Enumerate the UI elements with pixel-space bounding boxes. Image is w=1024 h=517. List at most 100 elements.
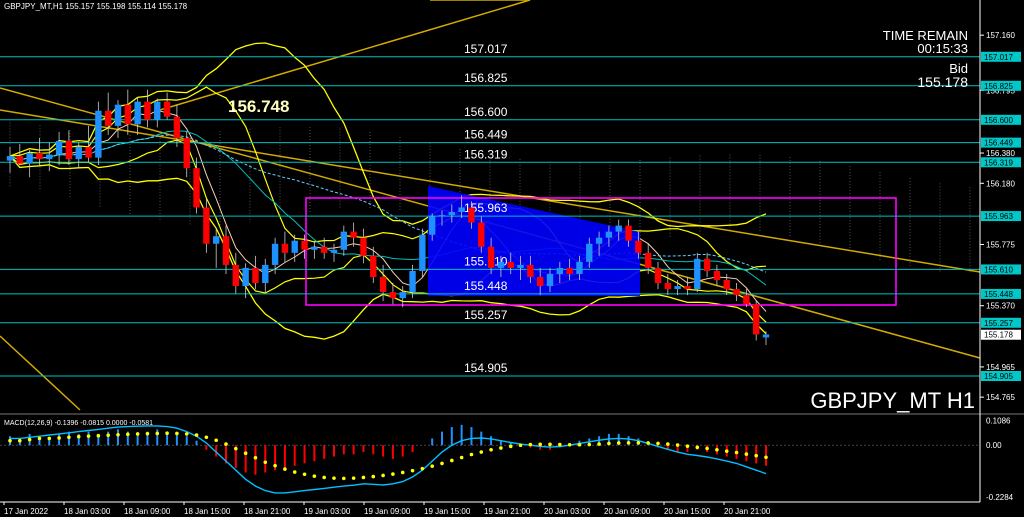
macd-signal-dot	[342, 476, 346, 481]
price-tick-label: 157.160	[986, 31, 1015, 40]
macd-tick-label: -0.2284	[986, 493, 1014, 502]
candle-bull	[242, 267, 249, 287]
macd-signal-dot	[450, 458, 454, 463]
macd-signal-dot	[685, 444, 690, 448]
candle-bull	[55, 140, 63, 155]
candle-bear	[684, 286, 691, 290]
macd-signal-dot	[479, 450, 484, 454]
macd-signal-dot	[57, 436, 61, 440]
price-tag: 156.825	[984, 82, 1013, 91]
time-tick-label: 18 Jan 09:00	[124, 507, 171, 516]
time-tick-label: 18 Jan 21:00	[244, 507, 291, 516]
time-tick-label: 20 Jan 21:00	[724, 507, 771, 516]
macd-signal-dot	[234, 446, 238, 451]
candle-bull	[419, 234, 426, 271]
candle-bull	[762, 334, 770, 338]
macd-signal-dot	[351, 476, 356, 480]
level-label: 156.825	[464, 71, 508, 85]
time-tick-label: 19 Jan 03:00	[304, 507, 351, 516]
macd-signal-dot	[37, 436, 42, 441]
macd-signal-dot	[666, 442, 670, 446]
macd-signal-dot	[400, 470, 405, 475]
macd-signal-dot	[558, 442, 562, 447]
candle-bull	[399, 292, 406, 299]
candle-bear	[703, 258, 711, 271]
price-tick-label: 156.180	[986, 179, 1015, 188]
level-label: 156.319	[464, 147, 508, 161]
macd-tick-label: 0.1086	[986, 417, 1011, 426]
macd-signal-dot	[204, 435, 209, 440]
candle-bull	[6, 156, 14, 161]
candle-bear	[625, 225, 632, 241]
macd-signal-dot	[322, 475, 326, 480]
macd-signal-dot	[410, 468, 415, 473]
candle-bear	[144, 101, 151, 120]
current-price-tag: 155.178	[984, 331, 1013, 340]
macd-signal-dot	[332, 476, 336, 480]
macd-signal-dot	[145, 431, 150, 436]
macd-tick-label: 0.00	[986, 441, 1002, 450]
candle-bull	[409, 270, 416, 293]
candle-bear	[163, 101, 171, 117]
macd-signal-dot	[626, 440, 631, 445]
level-label: 155.257	[464, 308, 508, 322]
candle-bear	[360, 237, 367, 256]
macd-signal-dot	[292, 470, 297, 474]
candle-bull	[595, 237, 603, 244]
candle-bear	[635, 240, 642, 253]
price-tick-label: 154.965	[986, 363, 1015, 372]
chart-root[interactable]: 157.017 156.825 156.600 156.449 156.319 155.9…	[0, 0, 1024, 517]
candle-bear	[379, 276, 387, 293]
candle-bear	[752, 304, 760, 335]
candle-bull	[212, 236, 220, 244]
price-tick-label: 154.765	[986, 393, 1015, 402]
macd-signal-dot	[499, 446, 503, 450]
price-tag: 155.610	[984, 265, 1013, 274]
time-tick-label: 19 Jan 21:00	[484, 507, 531, 516]
candle-bull	[75, 147, 82, 160]
candle-bull	[546, 273, 554, 287]
macd-signal-dot	[577, 442, 582, 447]
candle-bull	[271, 243, 279, 265]
candle-bear	[370, 255, 377, 277]
price-tag: 156.449	[984, 139, 1013, 148]
level-label: 154.905	[464, 361, 508, 375]
candle-bear	[232, 264, 240, 287]
bid-value: 155.178	[917, 74, 968, 90]
macd-signal-dot	[440, 461, 444, 466]
candle-bear	[65, 140, 73, 160]
candle-bull	[674, 286, 681, 290]
time-tick-label: 18 Jan 15:00	[184, 507, 231, 516]
macd-signal-dot	[420, 466, 425, 471]
macd-signal-dot	[224, 442, 228, 446]
macd-signal-dot	[489, 447, 493, 452]
macd-signal-dot	[587, 442, 592, 447]
macd-signal-dot	[567, 442, 572, 447]
macd-signal-dot	[459, 455, 464, 460]
macd-signal-dot	[597, 442, 601, 446]
price-tick-label: 156.380	[986, 149, 1015, 158]
candle-bull	[262, 264, 269, 284]
time-tick-label: 17 Jan 2022	[4, 507, 49, 516]
symbol-caption: GBPJPY_MT H1	[810, 388, 975, 413]
time-remain-value: 00:15:33	[917, 41, 968, 56]
macd-signal-dot	[744, 452, 749, 456]
candle-bear	[644, 252, 652, 268]
macd-signal-dot	[724, 449, 729, 453]
macd-signal-dot	[76, 434, 81, 439]
macd-signal-dot	[528, 442, 533, 447]
candle-bull	[458, 207, 465, 212]
candle-bull	[26, 153, 33, 164]
macd-signal-dot	[253, 455, 258, 460]
candle-bear	[487, 246, 495, 268]
macd-signal-dot	[695, 445, 700, 450]
level-label: 157.017	[464, 42, 508, 56]
annotation-156748: 156.748	[228, 97, 289, 116]
macd-signal-dot	[616, 441, 621, 445]
macd-signal-dot	[175, 431, 179, 436]
candle-bear	[478, 222, 485, 247]
candle-bull	[291, 240, 298, 253]
macd-signal-dot	[361, 475, 366, 480]
macd-signal-dot	[184, 432, 189, 436]
candle-bull	[330, 249, 338, 253]
